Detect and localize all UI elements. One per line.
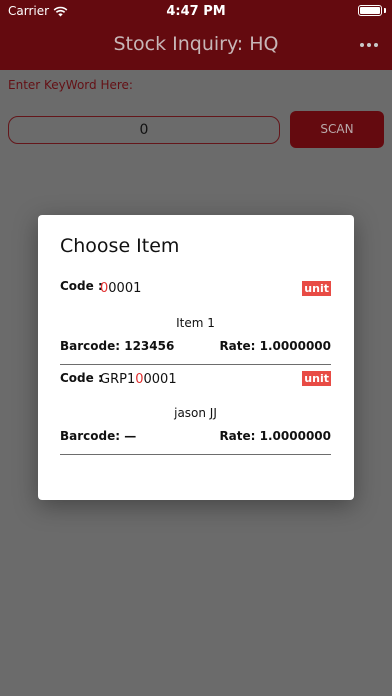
- code-label: Code :: [60, 279, 103, 293]
- status-time: 4:47 PM: [166, 4, 226, 19]
- battery-tip: [384, 8, 386, 13]
- battery-icon: [358, 5, 382, 16]
- keyword-input[interactable]: 0: [8, 116, 280, 144]
- item-divider: [60, 454, 331, 455]
- barcode-text: Barcode: —: [60, 429, 137, 443]
- item-row[interactable]: Code : 00001 unit Item 1 Barcode: 123456…: [60, 275, 331, 365]
- item-row[interactable]: Code : GRP100001 unit jason JJ Barcode: …: [60, 365, 331, 455]
- rate-text: Rate: 1.0000000: [219, 339, 331, 353]
- dialog-title: Choose Item: [60, 235, 180, 257]
- code-value: GRP100001: [100, 372, 177, 387]
- more-dots-icon[interactable]: [360, 43, 378, 47]
- barcode-text: Barcode: 123456: [60, 339, 175, 353]
- scan-button[interactable]: SCAN: [290, 111, 384, 148]
- nav-bar: Stock Inquiry: HQ: [0, 22, 392, 70]
- keyword-label: Enter KeyWord Here:: [8, 78, 133, 92]
- unit-badge: unit: [302, 281, 331, 296]
- status-bar: Carrier 4:47 PM: [0, 0, 392, 22]
- choose-item-dialog: Choose Item Code : 00001 unit Item 1 Bar…: [38, 215, 354, 500]
- item-name: jason JJ: [174, 406, 217, 420]
- item-name: Item 1: [176, 316, 215, 330]
- page-title: Stock Inquiry: HQ: [113, 33, 279, 55]
- code-label: Code :: [60, 371, 103, 385]
- rate-text: Rate: 1.0000000: [219, 429, 331, 443]
- code-value: 00001: [100, 281, 142, 296]
- unit-badge: unit: [302, 371, 331, 386]
